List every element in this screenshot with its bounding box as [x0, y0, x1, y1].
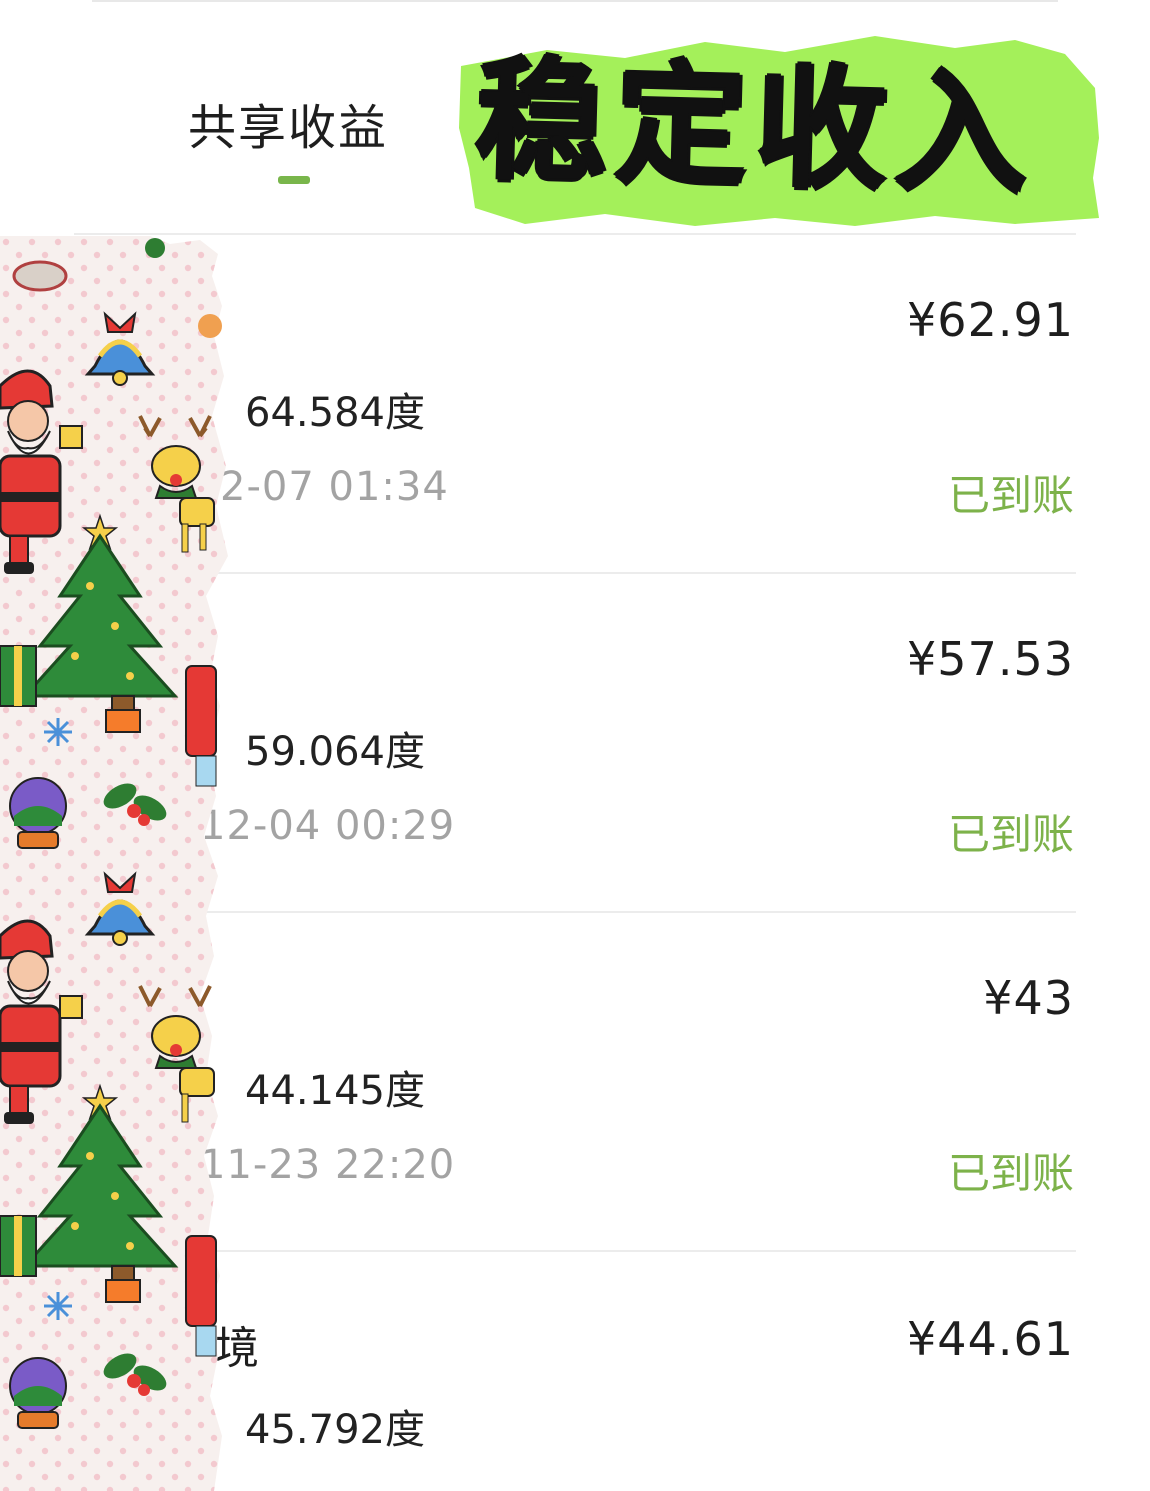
- banner-title: 稳定收入: [473, 43, 1037, 213]
- snow-globe-icon: [9, 1357, 67, 1429]
- record-amount: ¥43: [983, 971, 1074, 1025]
- record-time: 11-23 22:20: [200, 1142, 456, 1188]
- record-kwh: 64.584度: [245, 390, 425, 436]
- record-time: 2-07 01:34: [220, 464, 449, 510]
- tab-shared-earnings[interactable]: 共享收益: [188, 88, 388, 158]
- top-divider: [92, 0, 1058, 2]
- record-status: 已到账: [947, 810, 1074, 859]
- record-amount: ¥57.53: [907, 632, 1074, 686]
- record-amount: ¥62.91: [907, 293, 1074, 347]
- christmas-pattern: [0, 236, 228, 1491]
- record-amount: ¥44.61: [907, 1312, 1074, 1366]
- christmas-sticker-overlay: [0, 236, 232, 1491]
- header-divider: [74, 233, 1076, 235]
- record-kwh: 45.792度: [245, 1407, 425, 1453]
- snow-globe-icon: [9, 777, 67, 849]
- stable-income-banner: 稳定收入: [455, 28, 1103, 228]
- snowflake-icon: [44, 718, 72, 746]
- snowflake-icon: [44, 1292, 72, 1320]
- record-status: 已到账: [947, 471, 1074, 520]
- record-status: 已到账: [947, 1149, 1074, 1198]
- tab-active-indicator: [278, 176, 310, 184]
- record-kwh: 59.064度: [245, 729, 425, 775]
- record-time: 12-04 00:29: [200, 803, 456, 849]
- record-kwh: 44.145度: [245, 1068, 425, 1114]
- earnings-page: 共享收益 稳定收入 ¥62.91 64.584度 2-07 01:34 已到账 …: [0, 0, 1150, 1491]
